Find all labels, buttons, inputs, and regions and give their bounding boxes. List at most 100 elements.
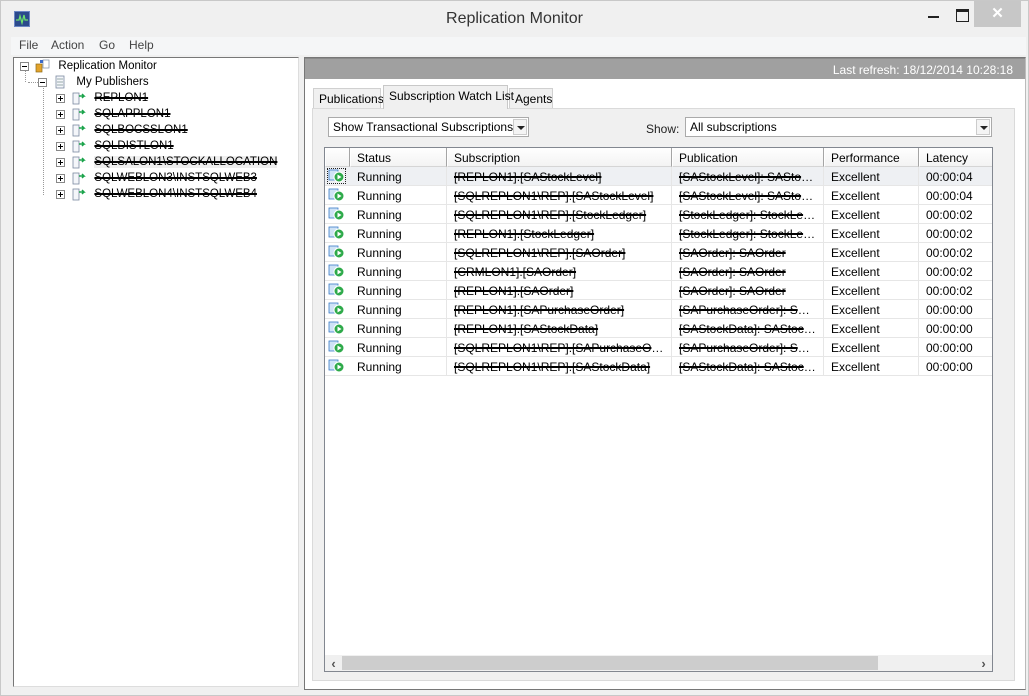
running-agent-icon: [328, 302, 345, 316]
publication-cell: [SAStockData]: SAStockD...: [672, 357, 824, 376]
column-header-subscription[interactable]: Subscription: [447, 148, 672, 167]
table-row[interactable]: Running [REPLON1].[SAStockLevel] [SAStockL…: [325, 167, 992, 186]
content-area: Publications Subscription Watch List Age…: [305, 79, 1025, 689]
menu-file[interactable]: File: [19, 38, 38, 52]
replication-monitor-icon: [35, 59, 51, 73]
column-header-latency[interactable]: Latency: [919, 148, 992, 167]
subscription-cell: [REPLON1].[StockLedger]: [447, 224, 672, 243]
performance-cell: Excellent: [824, 167, 919, 186]
performance-cell: Excellent: [824, 300, 919, 319]
scroll-left-icon[interactable]: ‹: [325, 655, 342, 671]
subscription-type-value: Show Transactional Subscriptions: [333, 120, 514, 134]
collapse-toggle[interactable]: [20, 61, 29, 71]
tree-node-label: SQLDISTLON1: [94, 140, 174, 152]
table-row[interactable]: Running [REPLON1].[SAStockData] [SAStockDa…: [325, 319, 992, 338]
expand-toggle[interactable]: [56, 109, 65, 119]
tab-subscription-watch-list[interactable]: Subscription Watch List: [383, 85, 514, 109]
menu-action[interactable]: Action: [51, 38, 84, 52]
collapse-toggle[interactable]: [38, 77, 47, 87]
tree-node-publisher[interactable]: SQLAPPLON1: [56, 107, 170, 123]
status-cell: Running: [350, 186, 447, 205]
table-row[interactable]: Running [CRMLON1].[SAOrder] [SAOrder]: SAO…: [325, 262, 992, 281]
scroll-right-icon[interactable]: ›: [975, 655, 992, 671]
table-row[interactable]: Running [SQLREPLON1\REP].[SAOrder] [SAOrde…: [325, 243, 992, 262]
latency-cell: 00:00:02: [919, 243, 992, 262]
table-row[interactable]: Running [REPLON1].[SAOrder] [SAOrder]: SAO…: [325, 281, 992, 300]
subscription-cell: [REPLON1].[SAPurchaseOrder]: [447, 300, 672, 319]
subscription-cell: [REPLON1].[SAOrder]: [447, 281, 672, 300]
horizontal-scrollbar[interactable]: ‹ ›: [325, 654, 992, 671]
menu-help[interactable]: Help: [129, 38, 154, 52]
replication-monitor-window: Replication Monitor ✕ File Action Go Hel…: [0, 0, 1029, 696]
menu-go[interactable]: Go: [99, 38, 115, 52]
performance-cell: Excellent: [824, 186, 919, 205]
column-header-publication[interactable]: Publication: [672, 148, 824, 167]
publication-cell: [SAOrder]: SAOrder: [672, 281, 824, 300]
expand-toggle[interactable]: [56, 189, 65, 199]
performance-cell: Excellent: [824, 205, 919, 224]
running-agent-icon: [328, 188, 345, 202]
show-label: Show:: [646, 122, 680, 136]
publication-cell: [SAOrder]: SAOrder: [672, 243, 824, 262]
performance-cell: Excellent: [824, 243, 919, 262]
window-title: Replication Monitor: [446, 10, 583, 27]
publisher-server-icon: [71, 123, 87, 137]
subscription-type-select[interactable]: Show Transactional Subscriptions: [328, 117, 529, 137]
table-row[interactable]: Running [REPLON1].[StockLedger] [StockLedg…: [325, 224, 992, 243]
performance-cell: Excellent: [824, 262, 919, 281]
grid-header: Status Subscription Publication Performa…: [325, 148, 992, 167]
tab-publications[interactable]: Publications: [313, 88, 384, 108]
subscription-cell: [SQLREPLON1\REP].[StockLedger]: [447, 205, 672, 224]
status-cell: Running: [350, 281, 447, 300]
expand-toggle[interactable]: [56, 173, 65, 183]
table-row[interactable]: Running [SQLREPLON1\REP].[SAPurchaseOrder…: [325, 338, 992, 357]
table-row[interactable]: Running [REPLON1].[SAPurchaseOrder] [SAPur…: [325, 300, 992, 319]
running-agent-icon: [328, 264, 345, 278]
tree-node-replication-monitor[interactable]: Replication Monitor: [20, 59, 157, 75]
pane-splitter[interactable]: [299, 57, 303, 689]
expand-toggle[interactable]: [56, 125, 65, 135]
tree-node-publisher[interactable]: SQLSALON1\STOCKALLOCATION: [56, 155, 278, 171]
maximize-button[interactable]: [949, 1, 975, 27]
tree-node-publisher[interactable]: SQLDISTLON1: [56, 139, 174, 155]
tree-node-label: REPLON1: [94, 92, 149, 104]
tree-node-publisher[interactable]: SQLBOCSSLON1: [56, 123, 188, 139]
tree-node-publisher[interactable]: SQLWEBLON3\INSTSQLWEB3: [56, 171, 257, 187]
running-agent-icon: [328, 207, 345, 221]
performance-cell: Excellent: [824, 224, 919, 243]
close-button[interactable]: ✕: [974, 1, 1021, 27]
running-agent-icon: [328, 321, 345, 335]
publication-cell: [StockLedger]: StockLedger: [672, 205, 824, 224]
table-row[interactable]: Running [SQLREPLON1\REP].[SAStockData] [SA…: [325, 357, 992, 376]
chevron-down-icon[interactable]: [976, 119, 990, 135]
tree-node-label: My Publishers: [76, 76, 149, 88]
expand-toggle[interactable]: [56, 93, 65, 103]
column-header-performance[interactable]: Performance: [824, 148, 919, 167]
latency-cell: 00:00:00: [919, 300, 992, 319]
tree-node-label: SQLBOCSSLON1: [94, 124, 188, 136]
tab-agents[interactable]: Agents: [509, 88, 553, 108]
table-row[interactable]: Running [SQLREPLON1\REP].[StockLedger] [St…: [325, 205, 992, 224]
performance-cell: Excellent: [824, 319, 919, 338]
tree-node-my-publishers[interactable]: My Publishers: [38, 75, 149, 91]
show-filter-select[interactable]: All subscriptions: [685, 117, 992, 137]
subscription-watch-list-panel: Show Transactional Subscriptions Show: A…: [312, 108, 1015, 681]
expand-toggle[interactable]: [56, 141, 65, 151]
publication-cell: [StockLedger]: StockLedger: [672, 224, 824, 243]
column-header-status[interactable]: Status: [350, 148, 447, 167]
tree-node-label: Replication Monitor: [58, 60, 157, 72]
table-row[interactable]: Running [SQLREPLON1\REP].[SAStockLevel] [S…: [325, 186, 992, 205]
latency-cell: 00:00:02: [919, 224, 992, 243]
tree-node-publisher[interactable]: SQLWEBLON4\INSTSQLWEB4: [56, 187, 257, 203]
minimize-button[interactable]: [919, 1, 949, 27]
publisher-tree: Replication Monitor My Publishers REPLON…: [13, 57, 299, 687]
tree-node-label: SQLWEBLON3\INSTSQLWEB3: [94, 172, 257, 184]
status-cell: Running: [350, 300, 447, 319]
chevron-down-icon[interactable]: [513, 119, 527, 135]
performance-cell: Excellent: [824, 281, 919, 300]
scrollbar-thumb[interactable]: [342, 656, 878, 670]
menu-bar: File Action Go Help: [11, 37, 1026, 55]
tree-node-publisher[interactable]: REPLON1: [56, 91, 148, 107]
expand-toggle[interactable]: [56, 157, 65, 167]
column-header-icon[interactable]: [325, 148, 350, 167]
